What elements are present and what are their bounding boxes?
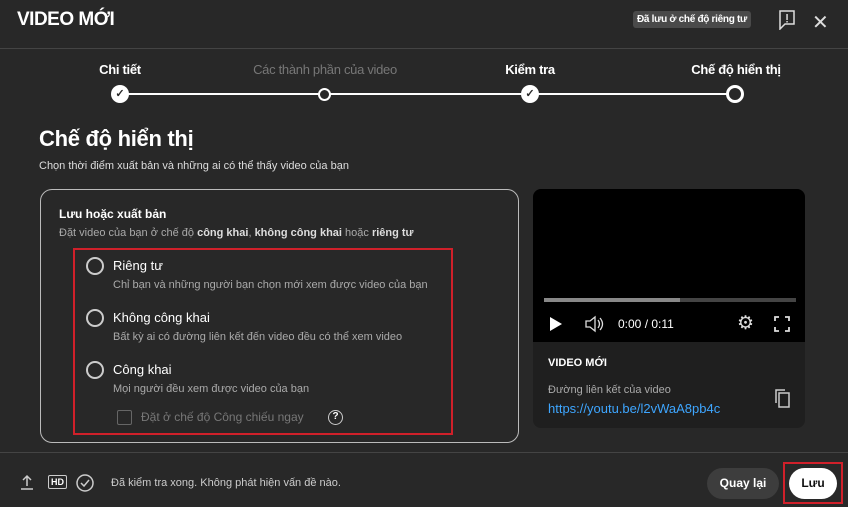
- premiere-checkbox[interactable]: [117, 410, 132, 425]
- video-link-label: Đường liên kết của video: [548, 384, 671, 396]
- page-title: Chế độ hiển thị: [39, 126, 194, 151]
- fullscreen-icon[interactable]: [774, 316, 790, 332]
- video-player[interactable]: 0:00 / 0:11 ⚙: [533, 189, 805, 342]
- radio-unlisted[interactable]: [86, 309, 104, 327]
- option-label[interactable]: Công khai: [113, 362, 172, 377]
- step-details[interactable]: Chi tiết: [40, 62, 200, 77]
- premiere-label: Đặt ở chế độ Công chiếu ngay: [141, 410, 304, 424]
- divider: [0, 48, 848, 49]
- option-desc: Chỉ bạn và những người bạn chọn mới xem …: [113, 279, 428, 291]
- dialog-title: VIDEO MỚI: [17, 9, 115, 30]
- save-button[interactable]: Lưu: [789, 468, 837, 499]
- progress-bar[interactable]: [544, 298, 796, 302]
- feedback-icon[interactable]: [779, 10, 795, 30]
- video-link[interactable]: https://youtu.be/l2vWaA8pb4c: [548, 401, 720, 416]
- close-icon[interactable]: ✕: [812, 10, 829, 35]
- check-icon[interactable]: ✓: [111, 85, 129, 103]
- step-dot-icon[interactable]: [318, 88, 331, 101]
- video-time: 0:00 / 0:11: [618, 317, 674, 331]
- saved-status-badge: Đã lưu ở chế độ riêng tư: [633, 11, 751, 28]
- check-icon[interactable]: ✓: [521, 85, 539, 103]
- card-title: Lưu hoặc xuất bản: [59, 207, 167, 221]
- step-checks[interactable]: Kiểm tra: [450, 62, 610, 77]
- upload-icon: [21, 474, 33, 490]
- page-subtitle: Chọn thời điểm xuất bản và những ai có t…: [39, 160, 349, 172]
- check-circle-icon: [76, 474, 94, 492]
- back-button[interactable]: Quay lại: [707, 468, 779, 499]
- video-preview: 0:00 / 0:11 ⚙ VIDEO MỚI Đường liên kết c…: [533, 189, 805, 428]
- step-video-elements[interactable]: Các thành phần của video: [245, 62, 405, 77]
- check-status: Đã kiểm tra xong. Không phát hiện vấn đề…: [111, 477, 341, 489]
- radio-private[interactable]: [86, 257, 104, 275]
- volume-icon[interactable]: [584, 315, 604, 333]
- footer-divider: [0, 452, 848, 453]
- option-label[interactable]: Không công khai: [113, 310, 210, 325]
- hd-icon: HD: [48, 475, 67, 489]
- play-icon[interactable]: [549, 316, 563, 332]
- copy-icon[interactable]: [773, 388, 791, 409]
- stepper-line: [120, 93, 735, 95]
- option-desc: Bất kỳ ai có đường liên kết đến video đề…: [113, 331, 403, 343]
- radio-public[interactable]: [86, 361, 104, 379]
- step-visibility[interactable]: Chế độ hiển thị: [656, 62, 816, 77]
- card-description: Đặt video của bạn ở chế độ công khai, kh…: [59, 227, 414, 239]
- help-icon[interactable]: ?: [328, 410, 343, 425]
- option-desc: Mọi người đều xem được video của bạn: [113, 383, 310, 395]
- settings-icon[interactable]: ⚙: [737, 312, 754, 335]
- current-step-icon[interactable]: [726, 85, 744, 103]
- option-label[interactable]: Riêng tư: [113, 258, 163, 273]
- video-title: VIDEO MỚI: [548, 357, 607, 369]
